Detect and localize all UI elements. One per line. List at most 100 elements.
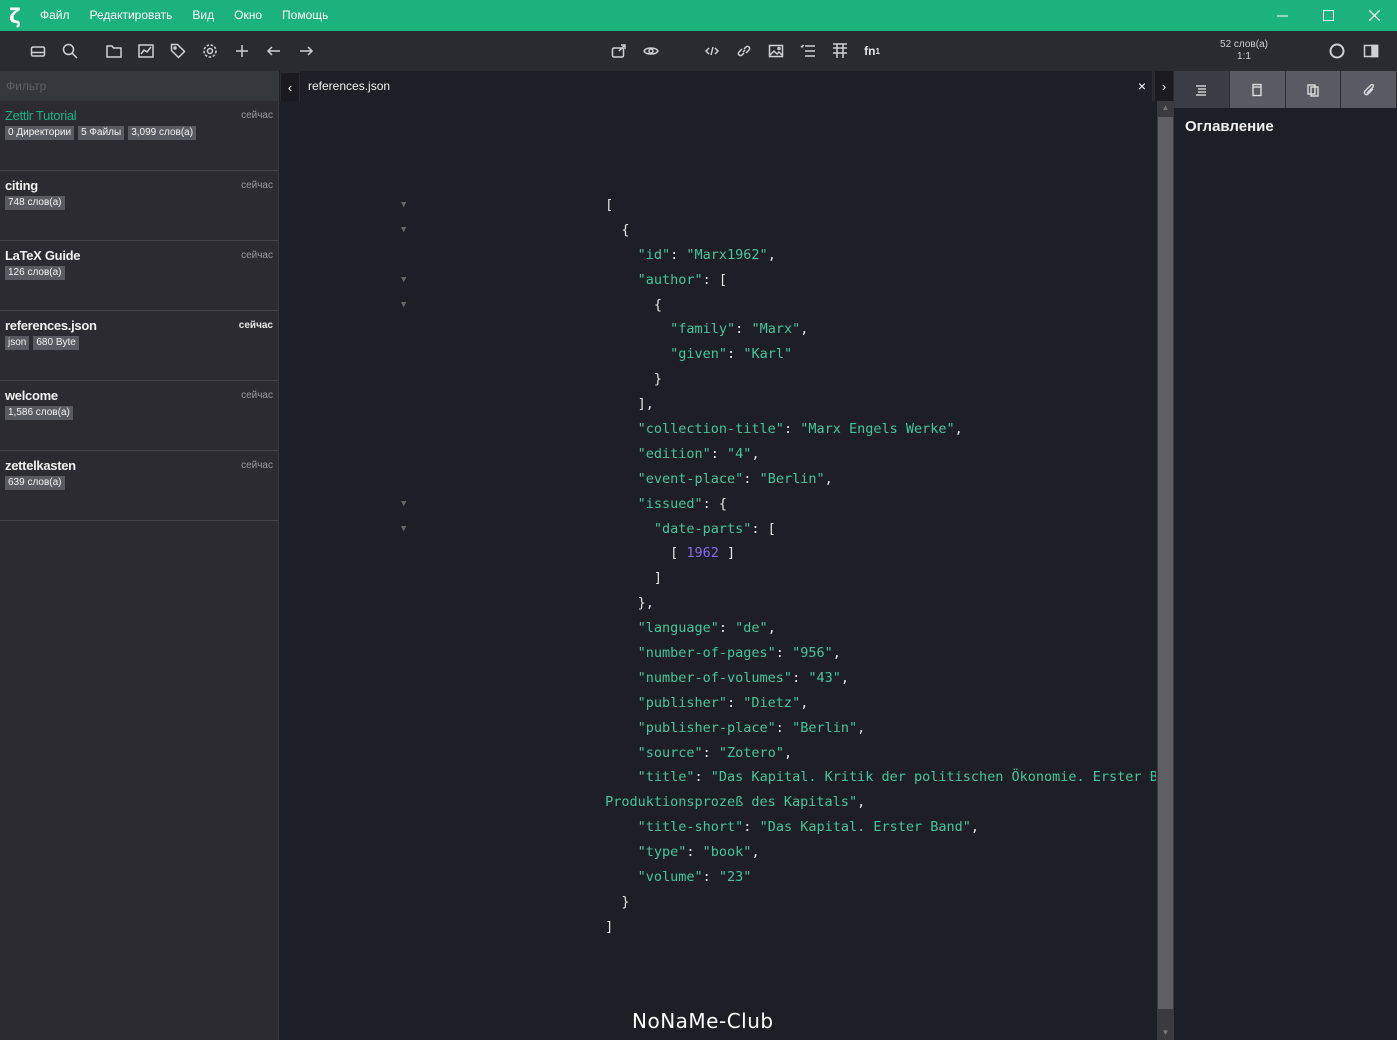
- file-time: сейчас: [241, 250, 273, 261]
- scroll-up-icon[interactable]: ▲: [1157, 101, 1174, 115]
- word-count-display[interactable]: 52 слов(а) 1:1: [1208, 39, 1280, 63]
- arrow-left-icon: [266, 46, 280, 56]
- editor-scrollbar[interactable]: ▲ ▼: [1157, 101, 1174, 1040]
- file-item-zettlr-tutorial[interactable]: Zettlr Tutorial сейчас 0 Директории 5 Фа…: [0, 101, 278, 171]
- right-sidebar-tabs: [1174, 71, 1397, 108]
- badge-word-count: 639 слов(а): [5, 476, 65, 490]
- pomodoro-button[interactable]: [1324, 38, 1350, 64]
- preferences-button[interactable]: [197, 38, 223, 64]
- image-icon: [768, 44, 784, 58]
- filter-bar: [0, 71, 278, 101]
- fold-arrow-icon[interactable]: ▼: [401, 517, 406, 542]
- file-name: citing: [5, 178, 38, 193]
- graph-button[interactable]: [133, 38, 159, 64]
- close-tab-icon[interactable]: ×: [1138, 71, 1146, 101]
- insert-link-button[interactable]: [731, 38, 757, 64]
- file-item-zettelkasten[interactable]: zettelkasten сейчас 639 слов(а): [0, 451, 278, 521]
- tab-references-json[interactable]: references.json ×: [300, 71, 1152, 101]
- badge-file-type: json: [5, 336, 30, 350]
- insert-table-button[interactable]: [827, 38, 853, 64]
- back-button[interactable]: [261, 38, 287, 64]
- file-name: welcome: [5, 388, 58, 403]
- code-line: "source": "Zotero",: [637, 744, 793, 761]
- new-file-button[interactable]: [229, 38, 255, 64]
- code-editor[interactable]: ▼ [ ▼ { "id": "Marx1962", ▼ "author": […: [280, 101, 1156, 1040]
- file-item-latex-guide[interactable]: LaTeX Guide сейчас 126 слов(а): [0, 241, 278, 311]
- menu-file[interactable]: Файл: [30, 0, 80, 31]
- filter-input[interactable]: [6, 79, 272, 93]
- code-line: "collection-title": "Marx Engels Werke",: [637, 421, 963, 438]
- tab-toc[interactable]: [1174, 71, 1229, 108]
- code-line: Produktionsprozeß des Kapitals",: [605, 794, 866, 811]
- preview-button[interactable]: [638, 38, 664, 64]
- menu-view[interactable]: Вид: [182, 0, 224, 31]
- zettlr-logo-icon: ζ: [9, 3, 21, 28]
- fold-arrow-icon[interactable]: ▼: [401, 293, 406, 318]
- code-line: ],: [280, 396, 654, 413]
- scroll-thumb[interactable]: [1158, 117, 1173, 1009]
- code-line: ▼ "date-parts": [: [280, 517, 1156, 542]
- code-line: ▼ "issued": {: [280, 492, 1156, 517]
- tag-icon: [170, 43, 186, 59]
- link-icon: [737, 45, 751, 57]
- maximize-icon: [1322, 10, 1334, 21]
- tags-button[interactable]: [165, 38, 191, 64]
- fold-arrow-icon[interactable]: ▼: [401, 492, 406, 517]
- fold-arrow-icon[interactable]: ▼: [401, 193, 406, 218]
- table-icon: [833, 43, 847, 58]
- toggle-file-manager-button[interactable]: [25, 38, 51, 64]
- code-line: }: [280, 371, 663, 388]
- title-bar: ζ Файл Редактировать Вид Окно Помощь: [0, 0, 1397, 31]
- chart-icon: [138, 44, 154, 58]
- tab-related-files[interactable]: [1285, 71, 1341, 108]
- menu-edit[interactable]: Редактировать: [80, 0, 183, 31]
- menu-help[interactable]: Помощь: [272, 0, 338, 31]
- toolbar: fn 1 52 слов(а) 1:1: [0, 31, 1397, 71]
- close-window-button[interactable]: [1351, 0, 1397, 31]
- code-line: }: [280, 893, 630, 910]
- search-icon: [62, 43, 78, 59]
- file-list-sidebar: Zettlr Tutorial сейчас 0 Директории 5 Фа…: [0, 71, 279, 1040]
- toggle-sidebar-button[interactable]: [1358, 38, 1384, 64]
- tab-attachments[interactable]: [1341, 71, 1396, 108]
- code-line: "publisher": "Dietz",: [637, 694, 809, 711]
- code-line: ▼ {: [280, 293, 1156, 318]
- toc-heading: Оглавление: [1185, 118, 1274, 135]
- file-item-citing[interactable]: citing сейчас 748 слов(а): [0, 171, 278, 241]
- insert-tasklist-button[interactable]: [795, 38, 821, 64]
- minimize-icon: [1276, 15, 1288, 17]
- file-name: zettelkasten: [5, 458, 76, 473]
- file-item-references-json[interactable]: references.json сейчас json 680 Byte: [0, 311, 278, 381]
- copy-icon: [1307, 83, 1319, 97]
- menu-window[interactable]: Окно: [224, 0, 272, 31]
- footnote-superscript: 1: [875, 46, 880, 56]
- minimize-button[interactable]: [1259, 0, 1305, 31]
- eye-icon: [643, 47, 659, 55]
- open-workspace-button[interactable]: [101, 38, 127, 64]
- code-line: "family": "Marx",: [670, 321, 809, 338]
- badge-word-count: 126 слов(а): [5, 266, 65, 280]
- code-line: [ 1962 ]: [280, 545, 736, 562]
- file-item-welcome[interactable]: welcome сейчас 1,586 слов(а): [0, 381, 278, 451]
- fold-arrow-icon[interactable]: ▼: [401, 218, 406, 243]
- tab-references[interactable]: [1229, 71, 1285, 108]
- code-line: "publisher-place": "Berlin",: [637, 719, 866, 736]
- fold-arrow-icon[interactable]: ▼: [401, 268, 406, 293]
- insert-footnote-button[interactable]: fn 1: [859, 38, 885, 64]
- forward-button[interactable]: [293, 38, 319, 64]
- tabs-scroll-right-button[interactable]: ›: [1155, 71, 1173, 101]
- badge-file-size: 680 Byte: [33, 336, 79, 350]
- file-name: LaTeX Guide: [5, 248, 81, 263]
- maximize-button[interactable]: [1305, 0, 1351, 31]
- close-icon: [1368, 10, 1380, 21]
- badge-word-count: 3,099 слов(а): [128, 126, 197, 140]
- scroll-down-icon[interactable]: ▼: [1157, 1026, 1174, 1040]
- insert-code-button[interactable]: [699, 38, 725, 64]
- arrow-right-icon: [300, 46, 314, 56]
- code-line: ▼ {: [280, 218, 1156, 243]
- tab-bar: ‹ references.json ×: [280, 71, 1174, 101]
- search-button[interactable]: [57, 38, 83, 64]
- export-button[interactable]: [606, 38, 632, 64]
- insert-image-button[interactable]: [763, 38, 789, 64]
- tabs-scroll-left-button[interactable]: ‹: [281, 73, 299, 101]
